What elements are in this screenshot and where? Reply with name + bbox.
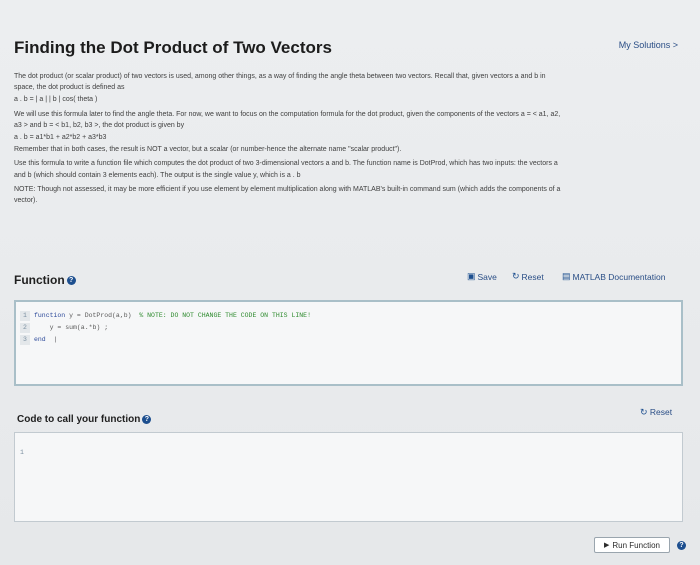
function-code-editor[interactable]: 1 function y = DotProd(a,b) % NOTE: DO NO… bbox=[14, 300, 683, 386]
formula-components: a . b = a1*b1 + a2*b2 + a3*b3 bbox=[14, 134, 107, 142]
line-number: 1 bbox=[20, 311, 30, 321]
description-note: NOTE: Though not assessed, it may be mor… bbox=[14, 185, 561, 205]
call-section-title: Code to call your function? bbox=[17, 414, 152, 425]
save-button[interactable]: ▣ Save bbox=[467, 271, 497, 282]
my-solutions-link[interactable]: My Solutions > bbox=[619, 40, 678, 50]
reset-icon: ↻ bbox=[512, 271, 520, 281]
save-icon: ▣ bbox=[467, 271, 476, 281]
info-icon[interactable]: ? bbox=[677, 541, 686, 550]
info-icon[interactable]: ? bbox=[142, 414, 152, 424]
reset-button[interactable]: ↻ Reset bbox=[512, 271, 544, 282]
matlab-documentation-button[interactable]: ▤ MATLAB Documentation bbox=[562, 271, 665, 282]
code-line: 3 end | bbox=[20, 335, 57, 345]
problem-description: The dot product (or scalar product) of t… bbox=[14, 71, 674, 207]
reset-icon: ↻ bbox=[640, 407, 648, 417]
description-paragraph: Remember that in both cases, the result … bbox=[14, 146, 402, 154]
documentation-icon: ▤ bbox=[562, 271, 571, 281]
code-line: 2 y = sum(a.*b) ; bbox=[20, 323, 108, 333]
page-title: Finding the Dot Product of Two Vectors bbox=[14, 38, 332, 57]
call-code-editor[interactable]: 1 bbox=[14, 432, 683, 522]
info-icon[interactable]: ? bbox=[66, 276, 76, 286]
line-number: 3 bbox=[20, 335, 30, 345]
line-number: 1 bbox=[20, 449, 24, 456]
description-paragraph: We will use this formula later to find t… bbox=[14, 110, 561, 129]
run-function-button[interactable]: ▶ Run Function bbox=[594, 537, 670, 553]
call-reset-button[interactable]: ↻ Reset bbox=[640, 407, 672, 418]
problem-page: Finding the Dot Product of Two Vectors M… bbox=[0, 0, 700, 565]
line-number: 2 bbox=[20, 323, 30, 333]
function-section-title: Function? bbox=[14, 273, 76, 287]
play-icon: ▶ bbox=[604, 542, 610, 549]
description-paragraph: Use this formula to write a function fil… bbox=[14, 160, 558, 179]
description-paragraph: The dot product (or scalar product) of t… bbox=[14, 73, 546, 92]
formula-angle: a . b = | a | | b | cos( theta ) bbox=[14, 96, 98, 104]
code-line: 1 function y = DotProd(a,b) % NOTE: DO NO… bbox=[20, 311, 311, 321]
